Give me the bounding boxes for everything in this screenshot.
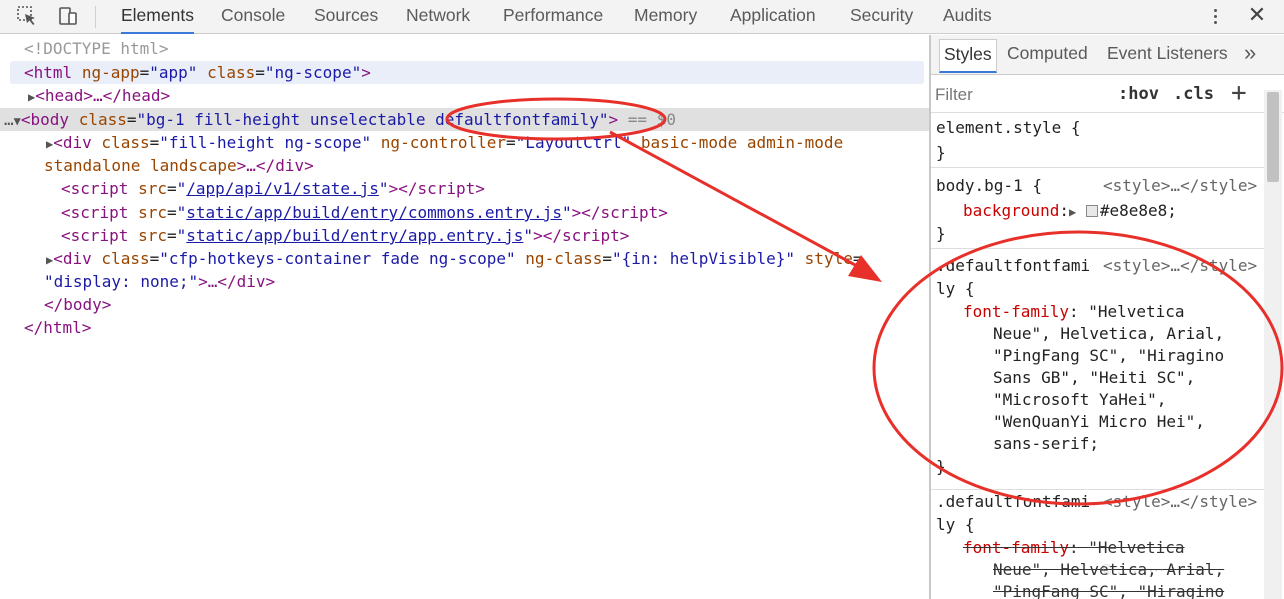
rule-selector[interactable]: body.bg-1 { — [936, 175, 1042, 197]
rule-declaration-overridden[interactable]: font-family: "Helvetica — [963, 537, 1185, 559]
class-toggle-button[interactable]: .cls — [1173, 84, 1214, 104]
tab-performance[interactable]: Performance — [503, 0, 603, 34]
rule-value-line: "PingFang SC", "Hiragino — [993, 582, 1225, 599]
rule-declaration[interactable]: background:▶ #e8e8e8; — [963, 200, 1177, 223]
dom-div-hotkeys-cont: "display: none;">…</div> — [44, 272, 276, 291]
tab-sources[interactable]: Sources — [314, 0, 378, 34]
tab-computed[interactable]: Computed — [1007, 43, 1088, 64]
rule-value-line: Neue", Helvetica, Arial, — [993, 324, 1225, 343]
dom-div-layout-cont: standalone landscape>…</div> — [44, 156, 314, 175]
rule-value-line: "Microsoft YaHei", — [993, 390, 1167, 409]
dom-doctype[interactable]: <!DOCTYPE html> — [24, 37, 953, 60]
rule-source-link[interactable]: <style>…</style> — [1103, 255, 1257, 277]
rule-defaultfontfamily: .defaultfontfami <style>…</style> ly { f… — [931, 250, 1264, 490]
expand-triangle-icon[interactable]: ▶ — [1069, 205, 1076, 219]
inspect-element-icon[interactable] — [14, 4, 40, 28]
styles-sidebar: Styles Computed Event Listeners » :hov .… — [931, 35, 1284, 599]
toolbar-divider — [95, 6, 96, 28]
dom-head[interactable]: ▶<head>…</head> — [28, 84, 957, 107]
collapse-triangle-icon[interactable]: ▼ — [14, 114, 21, 128]
close-devtools-button[interactable]: ✕ — [1245, 4, 1269, 28]
styles-scrollbar[interactable] — [1264, 90, 1282, 599]
elements-panel: <!DOCTYPE html> <html ng-app="app" class… — [0, 35, 929, 599]
rule-value-line: sans-serif; — [993, 434, 1099, 453]
styles-filterbar: :hov .cls + — [931, 75, 1284, 113]
rule-defaultfontfamily-overridden: .defaultfontfami <style>…</style> ly { f… — [931, 491, 1264, 599]
rule-selector-cont: ly { — [936, 279, 975, 298]
rule-value-line: "WenQuanYi Micro Hei", — [993, 412, 1205, 431]
rule-close: } — [936, 224, 946, 243]
dom-script-app[interactable]: <script src="static/app/build/entry/app.… — [61, 224, 990, 247]
dom-div-layout[interactable]: ▶<div class="fill-height ng-scope" ng-co… — [46, 131, 975, 154]
hover-state-button[interactable]: :hov — [1118, 84, 1159, 104]
rule-selector-cont: ly { — [936, 515, 975, 534]
rule-element-style: element.style { } — [931, 114, 1264, 168]
dom-html-open[interactable]: <html ng-app="app" class="ng-scope"> — [10, 61, 924, 84]
scrollbar-thumb[interactable] — [1267, 92, 1279, 182]
tab-event-listeners[interactable]: Event Listeners — [1107, 43, 1228, 64]
more-options-icon[interactable] — [1205, 4, 1225, 28]
rule-value-line: Sans GB", "Heiti SC", — [993, 368, 1196, 387]
tab-memory[interactable]: Memory — [634, 0, 697, 34]
rule-declaration[interactable]: font-family: "Helvetica — [963, 301, 1185, 323]
rule-value-line: "PingFang SC", "Hiragino — [993, 346, 1225, 365]
rule-selector[interactable]: .defaultfontfami — [936, 255, 1090, 277]
rule-selector[interactable]: .defaultfontfami — [936, 491, 1090, 513]
tab-audits[interactable]: Audits — [943, 0, 992, 34]
dom-body-selected[interactable]: …▼<body class="bg-1 fill-height unselect… — [0, 108, 929, 131]
more-tabs-icon[interactable]: » — [1244, 40, 1256, 66]
rule-source-link[interactable]: <style>…</style> — [1103, 491, 1257, 513]
rule-close: } — [936, 143, 946, 162]
dom-body-close[interactable]: </body> — [44, 293, 973, 316]
dom-script-state[interactable]: <script src="/app/api/v1/state.js"></scr… — [61, 177, 990, 200]
dom-script-commons[interactable]: <script src="static/app/build/entry/comm… — [61, 201, 990, 224]
rule-source-link[interactable]: <style>…</style> — [1103, 175, 1257, 197]
rule-body-bg: body.bg-1 { <style>…</style> background:… — [931, 169, 1264, 249]
rule-selector[interactable]: element.style { — [936, 117, 1081, 139]
tab-console[interactable]: Console — [221, 0, 285, 34]
device-toolbar-icon[interactable] — [55, 4, 81, 28]
styles-filter-input[interactable] — [935, 84, 1105, 106]
new-rule-button[interactable]: + — [1231, 78, 1247, 108]
dom-html-close[interactable]: </html> — [24, 316, 953, 339]
tab-application[interactable]: Application — [730, 0, 816, 34]
tab-network[interactable]: Network — [406, 0, 470, 34]
devtools-tabbar: Elements Console Sources Network Perform… — [0, 0, 1284, 34]
tab-styles[interactable]: Styles — [939, 39, 997, 73]
dom-div-hotkeys[interactable]: ▶<div class="cfp-hotkeys-container fade … — [46, 247, 975, 270]
tab-security[interactable]: Security — [850, 0, 913, 34]
rule-close: } — [936, 457, 946, 476]
sidebar-tabbar: Styles Computed Event Listeners » — [931, 35, 1284, 75]
tab-elements[interactable]: Elements — [121, 0, 194, 34]
color-swatch-icon[interactable] — [1085, 205, 1098, 217]
